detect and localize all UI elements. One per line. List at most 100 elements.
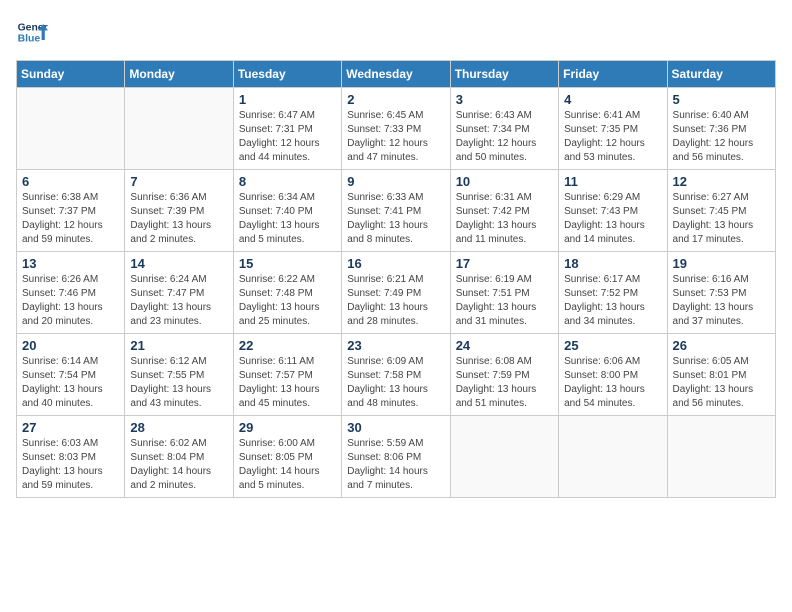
- day-number: 16: [347, 256, 444, 271]
- day-info: Sunrise: 6:34 AMSunset: 7:40 PMDaylight:…: [239, 191, 336, 247]
- calendar-cell: 23 Sunrise: 6:09 AMSunset: 7:58 PMDayligh…: [342, 334, 450, 416]
- calendar-cell: 25Sunrise: 6:06 AMSunset: 8:00 PMDayligh…: [559, 334, 667, 416]
- day-info: Sunrise: 6:17 AMSunset: 7:52 PMDaylight:…: [564, 273, 661, 329]
- day-number: 28: [130, 420, 227, 435]
- calendar-cell: 7 Sunrise: 6:36 AMSunset: 7:39 PMDaylight…: [125, 170, 233, 252]
- day-info: Sunrise: 6:12 AMSunset: 7:55 PMDaylight:…: [130, 355, 227, 411]
- calendar-cell: 30 Sunrise: 5:59 AMSunset: 8:06 PMDayligh…: [342, 416, 450, 498]
- day-info: Sunrise: 6:19 AMSunset: 7:51 PMDaylight:…: [456, 273, 553, 329]
- calendar-cell: 19 Sunrise: 6:16 AMSunset: 7:53 PMDayligh…: [667, 252, 775, 334]
- day-info: Sunrise: 6:43 AMSunset: 7:34 PMDaylight:…: [456, 109, 553, 165]
- calendar-cell: 3Sunrise: 6:43 AMSunset: 7:34 PMDaylight…: [450, 88, 558, 170]
- day-number: 17: [456, 256, 553, 271]
- day-info: Sunrise: 6:29 AMSunset: 7:43 PMDaylight:…: [564, 191, 661, 247]
- day-info: Sunrise: 6:00 AMSunset: 8:05 PMDaylight:…: [239, 437, 336, 493]
- day-info: Sunrise: 6:11 AMSunset: 7:57 PMDaylight:…: [239, 355, 336, 411]
- day-info: Sunrise: 6:33 AMSunset: 7:41 PMDaylight:…: [347, 191, 444, 247]
- day-info: Sunrise: 6:03 AMSunset: 8:03 PMDaylight:…: [22, 437, 119, 493]
- calendar-cell: 13Sunrise: 6:26 AMSunset: 7:46 PMDayligh…: [17, 252, 125, 334]
- day-number: 19: [673, 256, 770, 271]
- calendar-cell: 28 Sunrise: 6:02 AMSunset: 8:04 PMDayligh…: [125, 416, 233, 498]
- weekday-header: Monday: [125, 61, 233, 88]
- day-number: 14: [130, 256, 227, 271]
- calendar-cell: 8 Sunrise: 6:34 AMSunset: 7:40 PMDaylight…: [233, 170, 341, 252]
- day-number: 12: [673, 174, 770, 189]
- day-info: Sunrise: 6:05 AMSunset: 8:01 PMDaylight:…: [673, 355, 770, 411]
- day-number: 8: [239, 174, 336, 189]
- day-info: Sunrise: 6:02 AMSunset: 8:04 PMDaylight:…: [130, 437, 227, 493]
- calendar-cell: 27 Sunrise: 6:03 AMSunset: 8:03 PMDayligh…: [17, 416, 125, 498]
- calendar-cell: 5 Sunrise: 6:40 AMSunset: 7:36 PMDaylight…: [667, 88, 775, 170]
- calendar-cell: 20 Sunrise: 6:14 AMSunset: 7:54 PMDayligh…: [17, 334, 125, 416]
- day-number: 2: [347, 92, 444, 107]
- day-number: 29: [239, 420, 336, 435]
- calendar-cell: 4 Sunrise: 6:41 AMSunset: 7:35 PMDaylight…: [559, 88, 667, 170]
- day-info: Sunrise: 5:59 AMSunset: 8:06 PMDaylight:…: [347, 437, 444, 493]
- day-number: 10: [456, 174, 553, 189]
- calendar-cell: 22 Sunrise: 6:11 AMSunset: 7:57 PMDayligh…: [233, 334, 341, 416]
- calendar-cell: 2 Sunrise: 6:45 AMSunset: 7:33 PMDaylight…: [342, 88, 450, 170]
- day-info: Sunrise: 6:47 AMSunset: 7:31 PMDaylight:…: [239, 109, 336, 165]
- day-info: Sunrise: 6:27 AMSunset: 7:45 PMDaylight:…: [673, 191, 770, 247]
- calendar-cell: 29 Sunrise: 6:00 AMSunset: 8:05 PMDayligh…: [233, 416, 341, 498]
- svg-text:Blue: Blue: [18, 34, 41, 45]
- day-info: Sunrise: 6:45 AMSunset: 7:33 PMDaylight:…: [347, 109, 444, 165]
- weekday-header: Wednesday: [342, 61, 450, 88]
- day-number: 22: [239, 338, 336, 353]
- day-info: Sunrise: 6:16 AMSunset: 7:53 PMDaylight:…: [673, 273, 770, 329]
- calendar-cell: 15 Sunrise: 6:22 AMSunset: 7:48 PMDayligh…: [233, 252, 341, 334]
- calendar-cell: [450, 416, 558, 498]
- day-info: Sunrise: 6:24 AMSunset: 7:47 PMDaylight:…: [130, 273, 227, 329]
- day-number: 23: [347, 338, 444, 353]
- calendar-cell: 1 Sunrise: 6:47 AMSunset: 7:31 PMDaylight…: [233, 88, 341, 170]
- calendar-cell: 26Sunrise: 6:05 AMSunset: 8:01 PMDayligh…: [667, 334, 775, 416]
- calendar-cell: 12 Sunrise: 6:27 AMSunset: 7:45 PMDayligh…: [667, 170, 775, 252]
- day-number: 13: [22, 256, 119, 271]
- calendar-table: SundayMondayTuesdayWednesdayThursdayFrid…: [16, 60, 776, 498]
- calendar-cell: 16 Sunrise: 6:21 AMSunset: 7:49 PMDayligh…: [342, 252, 450, 334]
- calendar-cell: 14 Sunrise: 6:24 AMSunset: 7:47 PMDayligh…: [125, 252, 233, 334]
- calendar-cell: [125, 88, 233, 170]
- day-number: 11: [564, 174, 661, 189]
- day-info: Sunrise: 6:40 AMSunset: 7:36 PMDaylight:…: [673, 109, 770, 165]
- day-number: 7: [130, 174, 227, 189]
- day-info: Sunrise: 6:22 AMSunset: 7:48 PMDaylight:…: [239, 273, 336, 329]
- calendar-cell: [17, 88, 125, 170]
- day-info: Sunrise: 6:08 AMSunset: 7:59 PMDaylight:…: [456, 355, 553, 411]
- day-number: 1: [239, 92, 336, 107]
- day-info: Sunrise: 6:41 AMSunset: 7:35 PMDaylight:…: [564, 109, 661, 165]
- weekday-header: Tuesday: [233, 61, 341, 88]
- day-number: 24: [456, 338, 553, 353]
- day-number: 6: [22, 174, 119, 189]
- day-number: 27: [22, 420, 119, 435]
- day-info: Sunrise: 6:21 AMSunset: 7:49 PMDaylight:…: [347, 273, 444, 329]
- day-info: Sunrise: 6:09 AMSunset: 7:58 PMDaylight:…: [347, 355, 444, 411]
- logo-icon: General Blue: [16, 16, 48, 48]
- calendar-cell: 24 Sunrise: 6:08 AMSunset: 7:59 PMDayligh…: [450, 334, 558, 416]
- day-info: Sunrise: 6:36 AMSunset: 7:39 PMDaylight:…: [130, 191, 227, 247]
- weekday-header: Saturday: [667, 61, 775, 88]
- day-number: 30: [347, 420, 444, 435]
- calendar-cell: 11 Sunrise: 6:29 AMSunset: 7:43 PMDayligh…: [559, 170, 667, 252]
- day-number: 4: [564, 92, 661, 107]
- calendar-cell: 10 Sunrise: 6:31 AMSunset: 7:42 PMDayligh…: [450, 170, 558, 252]
- page-header: General Blue: [16, 16, 776, 48]
- calendar-cell: 6 Sunrise: 6:38 AMSunset: 7:37 PMDaylight…: [17, 170, 125, 252]
- calendar-week-row: 20 Sunrise: 6:14 AMSunset: 7:54 PMDayligh…: [17, 334, 776, 416]
- day-info: Sunrise: 6:38 AMSunset: 7:37 PMDaylight:…: [22, 191, 119, 247]
- calendar-cell: 18Sunrise: 6:17 AMSunset: 7:52 PMDayligh…: [559, 252, 667, 334]
- calendar-cell: 21 Sunrise: 6:12 AMSunset: 7:55 PMDayligh…: [125, 334, 233, 416]
- calendar-week-row: 27 Sunrise: 6:03 AMSunset: 8:03 PMDayligh…: [17, 416, 776, 498]
- day-number: 5: [673, 92, 770, 107]
- day-number: 15: [239, 256, 336, 271]
- day-info: Sunrise: 6:06 AMSunset: 8:00 PMDaylight:…: [564, 355, 661, 411]
- day-info: Sunrise: 6:14 AMSunset: 7:54 PMDaylight:…: [22, 355, 119, 411]
- day-info: Sunrise: 6:31 AMSunset: 7:42 PMDaylight:…: [456, 191, 553, 247]
- calendar-cell: [559, 416, 667, 498]
- day-number: 21: [130, 338, 227, 353]
- logo: General Blue: [16, 16, 48, 48]
- calendar-week-row: 13Sunrise: 6:26 AMSunset: 7:46 PMDayligh…: [17, 252, 776, 334]
- day-number: 20: [22, 338, 119, 353]
- day-number: 9: [347, 174, 444, 189]
- calendar-week-row: 1 Sunrise: 6:47 AMSunset: 7:31 PMDaylight…: [17, 88, 776, 170]
